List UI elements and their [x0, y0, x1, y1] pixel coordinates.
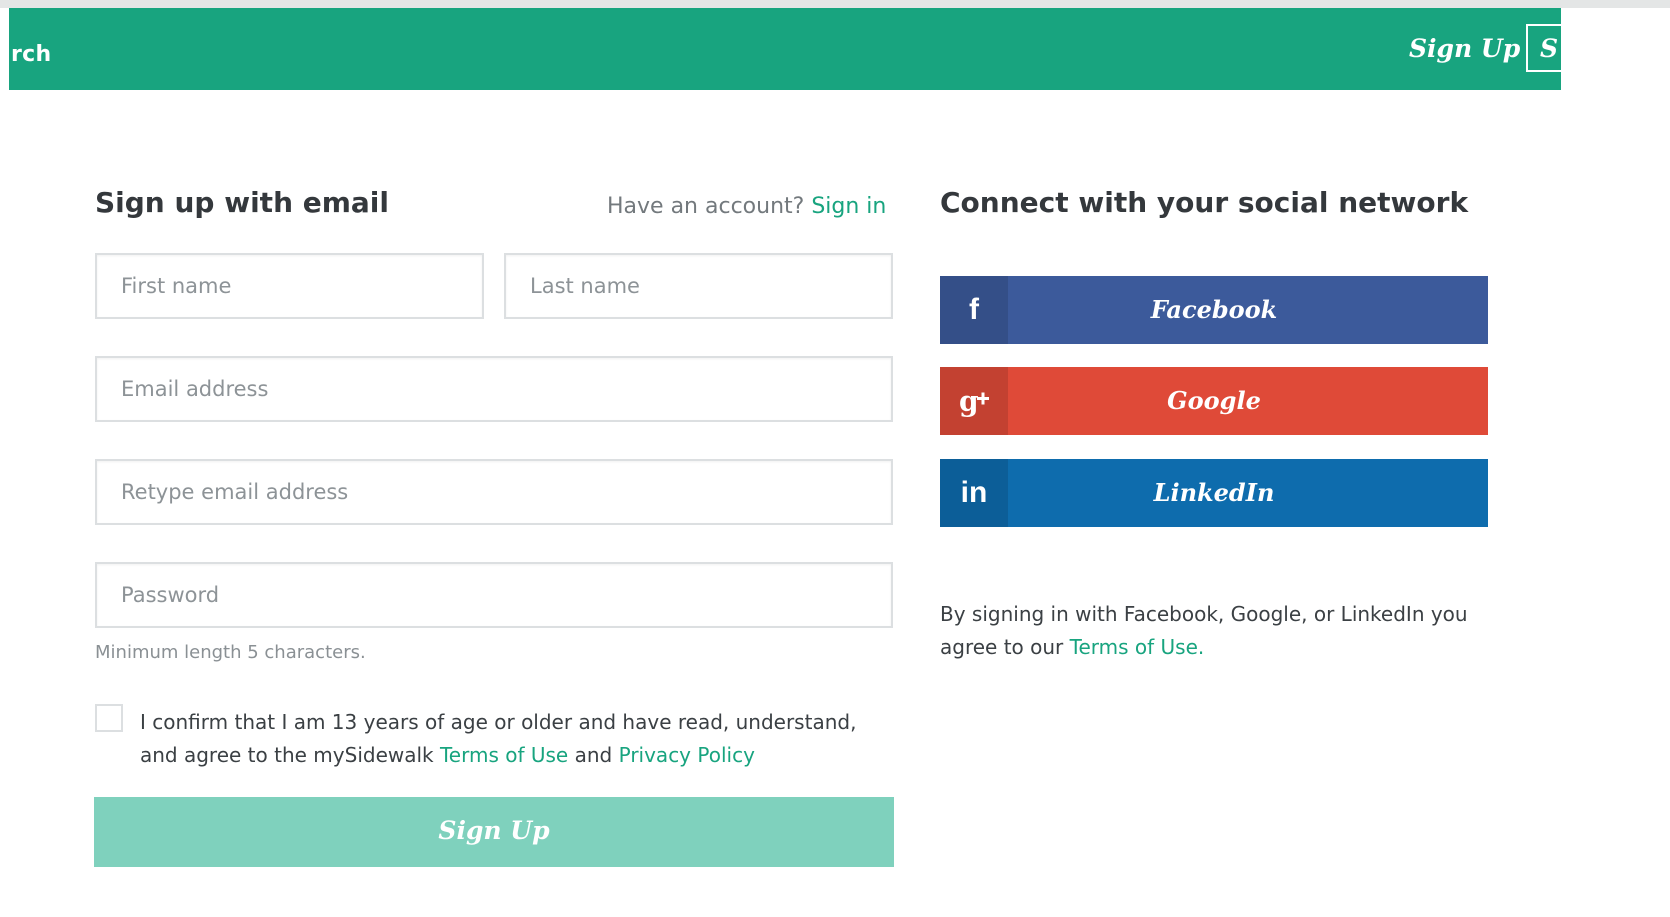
linkedin-icon: in	[940, 459, 1008, 527]
password-hint: Minimum length 5 characters.	[95, 642, 366, 663]
social-terms-link[interactable]: Terms of Use.	[1070, 635, 1205, 659]
first-name-field-wrapper	[95, 253, 484, 319]
retype-email-field-wrapper	[95, 459, 893, 525]
nav-signin-button[interactable]: S	[1526, 24, 1570, 72]
last-name-field-wrapper	[504, 253, 893, 319]
have-account-text: Have an account?	[607, 194, 805, 219]
confirm-and-text: and	[574, 743, 613, 767]
facebook-icon: f	[940, 276, 1008, 344]
social-heading: Connect with your social network	[940, 186, 1469, 219]
age-confirm-text: I confirm that I am 13 years of age or o…	[140, 706, 900, 772]
password-field-wrapper	[95, 562, 893, 628]
nav-signup-link[interactable]: Sign Up	[1409, 34, 1520, 63]
first-name-input[interactable]	[97, 255, 482, 317]
top-navbar: rch Sign Up S	[9, 8, 1570, 90]
signin-link[interactable]: Sign in	[811, 194, 886, 219]
email-signup-heading: Sign up with email	[95, 186, 389, 219]
google-signin-button[interactable]: Google g	[940, 367, 1488, 435]
linkedin-signin-button[interactable]: LinkedIn in	[940, 459, 1488, 527]
retype-email-input[interactable]	[97, 461, 891, 523]
google-label: Google	[1167, 386, 1261, 415]
age-confirm-checkbox[interactable]	[95, 704, 123, 732]
password-input[interactable]	[97, 564, 891, 626]
linkedin-label: LinkedIn	[1153, 478, 1275, 507]
facebook-label: Facebook	[1150, 295, 1278, 324]
email-input[interactable]	[97, 358, 891, 420]
facebook-signin-button[interactable]: Facebook f	[940, 276, 1488, 344]
privacy-policy-link[interactable]: Privacy Policy	[619, 743, 755, 767]
last-name-input[interactable]	[506, 255, 891, 317]
signup-submit-button[interactable]: Sign Up	[94, 797, 894, 867]
svg-text:g: g	[959, 385, 979, 418]
top-border	[0, 0, 1670, 8]
have-account-prompt: Have an account? Sign in	[607, 194, 886, 219]
email-field-wrapper	[95, 356, 893, 422]
social-terms-note: By signing in with Facebook, Google, or …	[940, 598, 1500, 664]
google-plus-icon: g	[940, 367, 1008, 435]
terms-of-use-link[interactable]: Terms of Use	[440, 743, 568, 767]
nav-search-link[interactable]: rch	[11, 42, 51, 67]
